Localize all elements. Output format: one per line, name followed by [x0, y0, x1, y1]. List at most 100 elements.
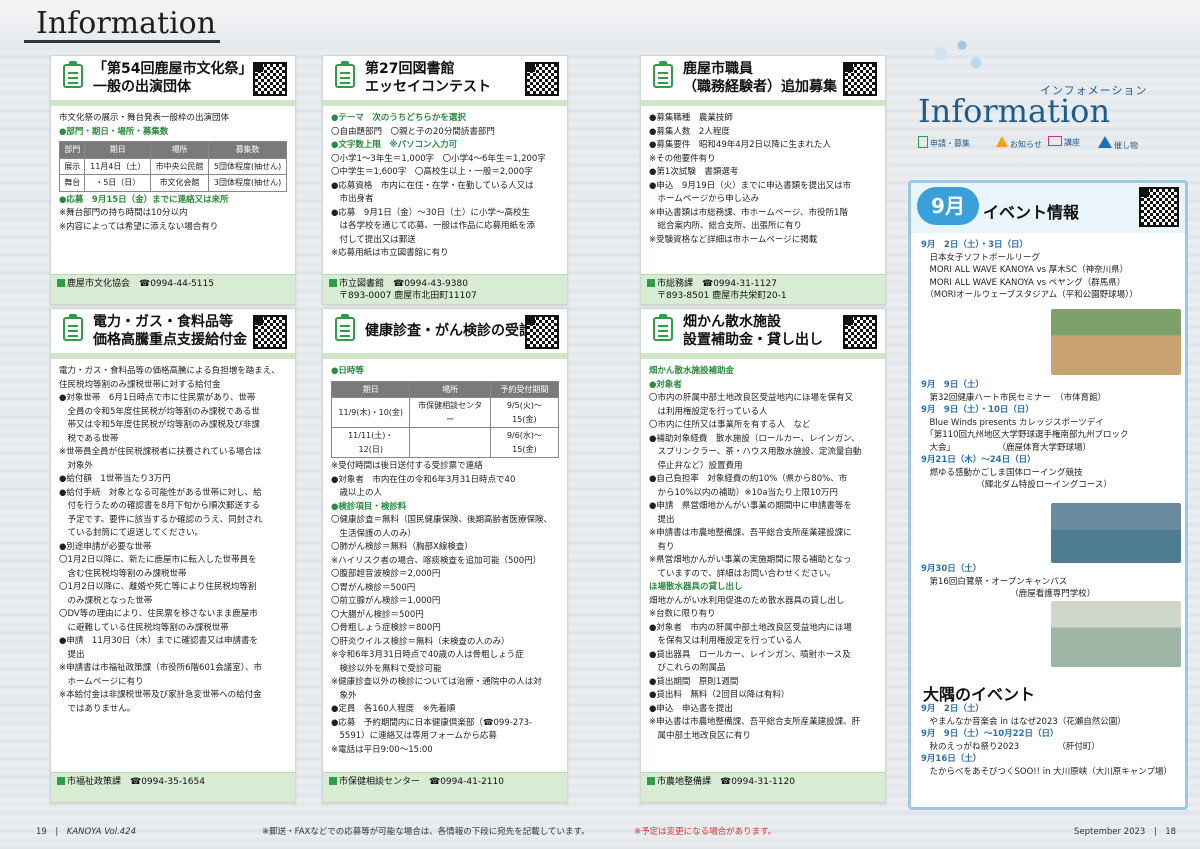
text-line: ※申請書は市福祉政策課（市役所6階601会議室）、市	[59, 663, 263, 673]
text-line: 電力・ガス・食料品等の価格高騰による負担増を踏まえ、	[59, 366, 280, 376]
text-line: ●貸出器具 ロールカー、レインガン、噴射ホース及	[649, 649, 851, 660]
text-line: ※内容によっては希望に添えない場合有り	[59, 221, 219, 232]
clipboard-icon	[918, 136, 928, 148]
text-line: ●対象者	[649, 379, 682, 390]
text-line: 提出	[649, 514, 675, 525]
softball-photo	[1051, 309, 1181, 375]
text-line: は各学校を通じて応募、一般は作品に応募用紙を添	[331, 221, 536, 231]
category-event: 催し物	[1098, 136, 1138, 151]
card-title: 第27回図書館 エッセイコンテスト	[365, 61, 491, 95]
office-icon	[329, 777, 337, 785]
text-line: 〇骨粗しょう症検診＝800円	[331, 623, 441, 633]
text-line: Blue Winds presents カレッジスポーツデイ	[921, 417, 1104, 428]
text-line: 畑地かんがい水利用促進のため散水器具の貸し出し	[649, 595, 845, 606]
table-cell: 市保健相談センター	[409, 397, 491, 428]
text-line: のみ課税となった世帯	[59, 595, 153, 606]
right-footer: September 2023 | 18	[1074, 827, 1177, 837]
text-line: 〇自由題部門 〇親と子の20分間読書部門	[331, 126, 495, 137]
text-line: ほ場散水器具の貸し出し	[649, 582, 743, 592]
qr-code-icon[interactable]	[843, 62, 877, 96]
table-cell: 市中央公民館	[150, 157, 210, 175]
text-line: 停止弁など）設置費用	[649, 460, 743, 471]
text-line: を保有又は利用権設定を行っている人	[649, 636, 802, 646]
text-line: から10%以内の補助）※10a当たり上限10万円	[649, 487, 838, 498]
text-line: ※その他要件有り	[649, 153, 716, 164]
text-line: 9月 2日（土）	[921, 704, 984, 714]
text-line: 日本女子ソフトボールリーグ	[921, 252, 1041, 263]
table-header: 予約受付期間	[489, 380, 560, 398]
text-line: ●申込 申込書を提出	[649, 703, 733, 714]
text-line: ●応募 9月1日（金）～30日（土）に小学～高校生	[331, 207, 531, 218]
text-line: ●定員 各160人程度 ※先着順	[331, 704, 456, 714]
text-line: ●申請 11月30日（木）までに確認書又は申請書を	[59, 636, 259, 646]
clipboard-icon	[63, 61, 83, 88]
table-header: 部門	[58, 141, 86, 159]
text-line: ※受付時間は後日送付する受診票で連絡	[331, 461, 483, 471]
qr-code-icon[interactable]	[525, 62, 559, 96]
text-line: ※申請書は市農地整備課、吾平総合支所産業建設課に	[649, 528, 852, 538]
text-line: ●応募 予約期間内に日本健康倶楽部（☎099-273-	[331, 717, 533, 728]
text-line: 9月16日（土）	[921, 754, 982, 764]
text-line: 〇小学1～3年生＝1,000字 〇小学4～6年生＝1,200字	[331, 153, 546, 164]
qr-code-icon[interactable]	[253, 315, 287, 349]
card-title: 健康診査・がん検診の受診者	[365, 323, 547, 339]
text-line: ●応募 9月15日（金）までに連絡又は来所	[59, 194, 229, 205]
clipboard-icon	[335, 314, 355, 341]
text-line: 付して提出又は郵送	[331, 234, 416, 245]
text-line: 〇DV等の理由により、住民票を移さないまま鹿屋市	[59, 609, 258, 619]
office-icon	[57, 777, 65, 785]
text-line: 全員の令和5年度住民税が均等割のみ課税である世	[59, 406, 260, 417]
card-footer: 市福祉政策課 ☎0994-35-1654	[51, 772, 295, 802]
table-cell	[409, 427, 491, 458]
text-line: ●文字数上限 ※パソコン入力可	[331, 140, 458, 150]
event-list-2: 9月 9日（土） 第32回健康ハート市民セミナー （市体育館） 9月 9日（土）・…	[921, 379, 1179, 492]
book-icon	[1048, 136, 1062, 146]
office-icon	[329, 279, 337, 287]
info-card-c6: 畑かん散水施設 設置補助金・貸し出し 畑かん散水施設補助金 ●対象者 〇市内の肝属中部…	[640, 308, 886, 803]
text-line: 第32回健康ハート市民セミナー （市体育館）	[921, 392, 1107, 403]
schedule-note: ※予定は変更になる場合があります。	[634, 827, 777, 837]
qr-code-icon[interactable]	[1139, 187, 1179, 227]
text-line: 〇前立腺がん検診＝1,000円	[331, 596, 441, 606]
text-line: 〇胃がん検診＝500円	[331, 582, 416, 593]
text-line: ●給付額 1世帯当たり3万円	[59, 474, 171, 484]
event-panel: 9月 イベント情報 9月 2日（土）・3日（日） 日本女子ソフトボールリーグ M…	[908, 180, 1188, 810]
text-line: 〇腹部超音波検診＝2,000円	[331, 569, 441, 579]
text-line: ※本給付金は非課税世帯及び家計急変世帯への給付金	[59, 690, 262, 700]
category-apply: 申請・募集	[918, 136, 970, 149]
info-card-c4: 電力・ガス・食料品等 価格高騰重点支援給付金 電力・ガス・食料品等の価格高騰による…	[50, 308, 296, 803]
text-line: ●対象世帯 6月1日時点で市に住民票があり、世帯	[59, 393, 256, 403]
text-line: ●対象者 市内在住の令和6年3月31日時点で40	[331, 474, 516, 485]
qr-code-icon[interactable]	[843, 315, 877, 349]
qr-code-icon[interactable]	[253, 62, 287, 96]
text-line: ※台数に限り有り	[649, 609, 716, 619]
qr-code-icon[interactable]	[525, 315, 559, 349]
left-footer: 19 | KANOYA Vol.424	[36, 827, 136, 837]
text-line: 象外	[331, 690, 357, 701]
text-line: ●申請 県営畑地かんがい事業の期間中に申請書等を	[649, 501, 852, 511]
office-icon	[647, 777, 655, 785]
office-icon	[57, 279, 65, 287]
text-line: ※申込書類は市総務課、市ホームページ、市役所1階	[649, 207, 848, 218]
card-footer: 市総務課 ☎0994-31-1127 〒893-8501 鹿屋市共栄町20-1	[641, 274, 885, 304]
text-line: ※申込書は市農地整備課、吾平総合支所産業建設課、肝	[649, 717, 861, 727]
text-line: （MORIオールウェーブスタジアム（平和公園野球場））	[921, 290, 1138, 300]
text-line: 秋のえっがね祭り2023 （肝付町）	[921, 741, 1100, 752]
decoration-icons	[920, 32, 990, 76]
info-card-c5: 健康診査・がん検診の受診者 ●日時等 期日 場所 予約受付期間 11/9(木)・10(金…	[322, 308, 568, 803]
info-card-c2: 第27回図書館 エッセイコンテスト ●テーマ 次のうちどちらかを選択 〇自由題部門 …	[322, 55, 568, 305]
text-line: 市文化祭の展示・舞台発表一般枠の出演団体	[59, 113, 230, 123]
text-line: 提出	[59, 649, 85, 660]
card-title: 鹿屋市職員 （職務経験者）追加募集	[683, 61, 837, 95]
table-header: 期日	[330, 380, 411, 398]
text-line: 第16回白鷺祭・オープンキャンパス	[921, 576, 1068, 587]
osumi-title: 大隅のイベント	[923, 685, 1036, 704]
text-line: ●部門・期日・場所・募集数	[59, 126, 169, 137]
text-line: ●給付手続 対象となる可能性がある世帯に対し、給	[59, 487, 262, 498]
text-line: （鹿屋看護専門学校）	[921, 589, 1096, 599]
page-header: Information	[0, 0, 1200, 48]
text-line: 検診以外を無料で受診可能	[331, 663, 442, 674]
text-line: ●日時等	[331, 366, 364, 376]
card-body: ●テーマ 次のうちどちらかを選択 〇自由題部門 〇親と子の20分間読書部門 ●文字数…	[331, 112, 559, 261]
text-line: ※舞台部門の持ち時間は10分以内	[59, 208, 188, 218]
